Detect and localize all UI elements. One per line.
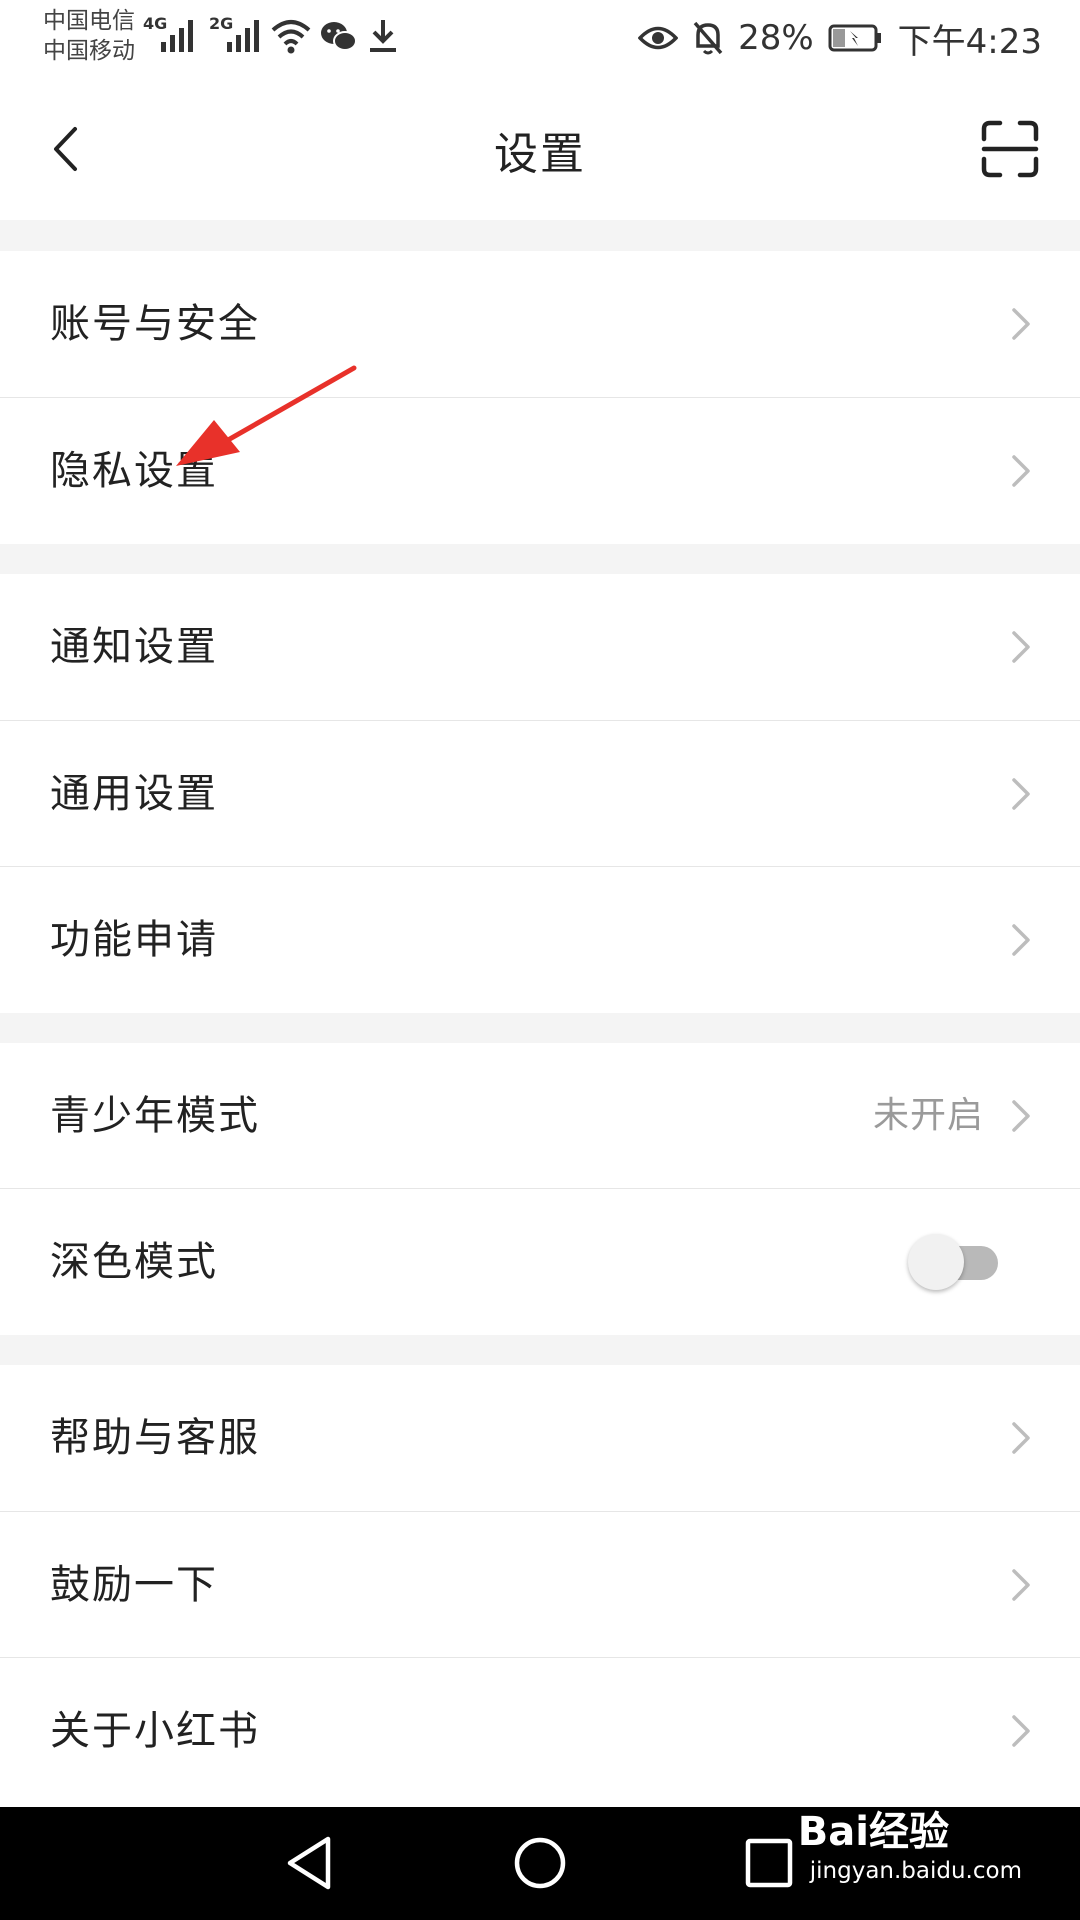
section-gap xyxy=(0,1335,1080,1365)
chevron-right-icon xyxy=(1012,631,1030,663)
bell-off-icon xyxy=(693,21,723,55)
row-label: 深色模式 xyxy=(50,1239,218,1285)
download-icon xyxy=(370,20,396,52)
row-label: 通用设置 xyxy=(50,771,218,817)
row-label: 功能申请 xyxy=(50,917,218,963)
battery-charging-icon xyxy=(828,24,881,52)
row-general-settings[interactable]: 通用设置 xyxy=(0,721,1080,867)
dark-mode-toggle[interactable] xyxy=(908,1234,1000,1290)
row-label: 帮助与客服 xyxy=(50,1415,260,1461)
row-label: 关于小红书 xyxy=(50,1708,260,1754)
wifi-icon xyxy=(271,20,311,54)
signal-icon xyxy=(227,20,259,52)
watermark-logo: Bai经验 xyxy=(797,1809,949,1855)
carrier-2: 中国移动 xyxy=(43,38,135,64)
back-triangle-icon[interactable] xyxy=(284,1835,334,1891)
row-dark-mode: 深色模式 xyxy=(0,1189,1080,1335)
wechat-icon xyxy=(321,22,357,51)
row-feature-request[interactable]: 功能申请 xyxy=(0,867,1080,1013)
signal-2: 2G xyxy=(209,14,269,54)
row-account-security[interactable]: 账号与安全 xyxy=(0,251,1080,397)
chevron-right-icon xyxy=(1012,1100,1030,1132)
chevron-right-icon xyxy=(1012,778,1030,810)
row-notification-settings[interactable]: 通知设置 xyxy=(0,574,1080,720)
toggle-knob xyxy=(908,1234,964,1290)
chevron-right-icon xyxy=(1012,1715,1030,1747)
row-label: 鼓励一下 xyxy=(50,1562,218,1608)
row-label: 通知设置 xyxy=(50,624,218,670)
eye-icon xyxy=(638,26,679,50)
status-right: 28% 下午4:23 xyxy=(638,14,1042,62)
chevron-right-icon xyxy=(1012,455,1030,487)
row-help-support[interactable]: 帮助与客服 xyxy=(0,1365,1080,1511)
recents-square-icon[interactable] xyxy=(744,1835,794,1891)
row-about[interactable]: 关于小红书 xyxy=(0,1658,1080,1804)
row-privacy-settings[interactable]: 隐私设置 xyxy=(0,398,1080,544)
teen-mode-status: 未开启 xyxy=(872,1095,984,1136)
battery-percent: 28% xyxy=(738,18,814,58)
status-bar: 中国电信 中国移动 4G 2G 28% 下午4:23 xyxy=(0,0,1080,76)
clock: 下午4:23 xyxy=(897,21,1042,62)
page-title: 设置 xyxy=(494,129,586,180)
chevron-right-icon xyxy=(1012,924,1030,956)
scan-icon xyxy=(981,120,1039,178)
annotation-arrow-icon xyxy=(176,365,357,466)
chevron-right-icon xyxy=(1012,1422,1030,1454)
row-encourage[interactable]: 鼓励一下 xyxy=(0,1512,1080,1658)
watermark-url: jingyan.baidu.com xyxy=(809,1858,1022,1884)
chevron-right-icon xyxy=(1012,1569,1030,1601)
baidu-watermark: Bai经验 jingyan.baidu.com xyxy=(798,1808,1022,1886)
row-label: 青少年模式 xyxy=(50,1093,260,1139)
carrier-labels: 中国电信 中国移动 xyxy=(43,6,135,66)
title-bar: 设置 xyxy=(0,76,1080,220)
section-gap xyxy=(0,1013,1080,1043)
section-gap xyxy=(0,220,1080,251)
carrier-1: 中国电信 xyxy=(43,8,135,34)
scan-button[interactable] xyxy=(980,119,1040,179)
row-teen-mode[interactable]: 青少年模式 未开启 xyxy=(0,1043,1080,1189)
home-circle-icon[interactable] xyxy=(512,1835,568,1891)
chevron-right-icon xyxy=(1012,308,1030,340)
signal-1: 4G xyxy=(143,14,203,54)
signal-icon xyxy=(161,20,193,52)
section-gap xyxy=(0,544,1080,574)
